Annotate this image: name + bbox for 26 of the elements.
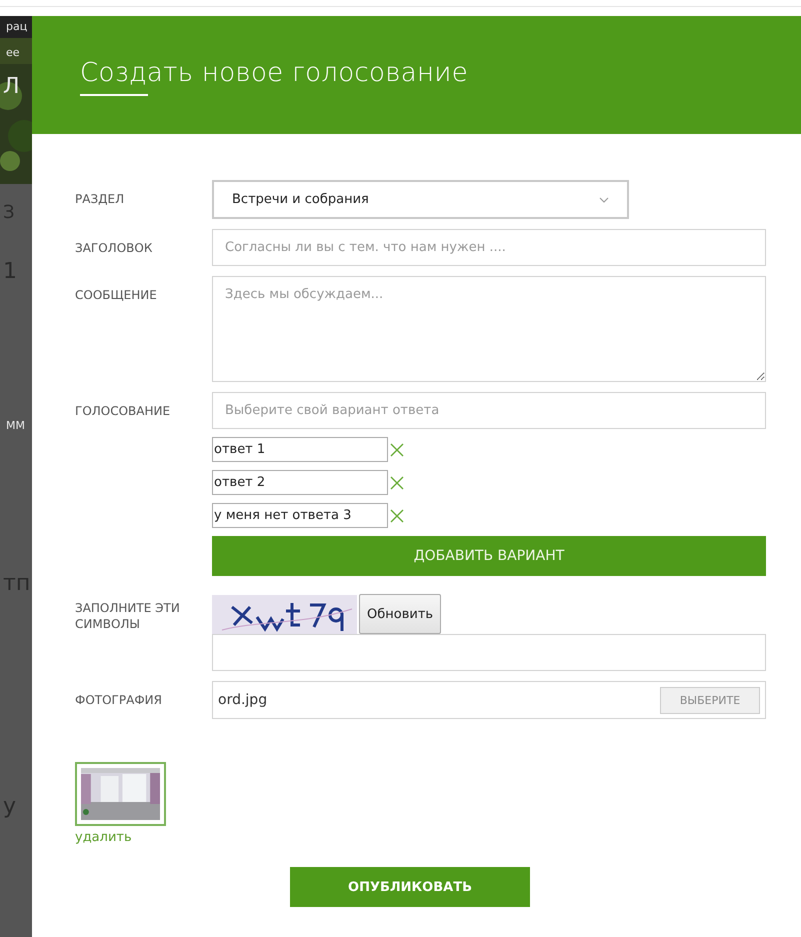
close-icon[interactable] [390,476,404,490]
answer-option-input[interactable]: у меня нет ответа 3 [212,503,388,528]
title-input[interactable]: Согласны ли вы с тем. что нам нужен .... [212,229,766,266]
answer-input[interactable]: Выберите свой вариант ответа [212,392,766,429]
field-label: ЗАПОЛНИТЕ ЭТИ СИМВОЛЫ [75,600,181,633]
answer-option-input[interactable]: ответ 1 [212,437,388,462]
file-field[interactable]: ord.jpg ВЫБЕРИТЕ [212,681,766,719]
publish-button[interactable]: ОПУБЛИКОВАТЬ [290,867,530,907]
refresh-button[interactable]: Обновить [359,594,442,634]
field-label: ГОЛОСОВАНИЕ [75,403,172,420]
background-text: рац [6,20,28,33]
answer-option-input[interactable]: ответ 2 [212,470,388,495]
field-label: РАЗДЕЛ [75,191,126,208]
background-text: Л [3,74,20,99]
field-label: ЗАГОЛОВОК [75,240,154,257]
close-icon[interactable] [390,508,404,522]
chevron-down-icon [599,196,609,202]
captcha-input[interactable] [212,634,766,671]
background-text: ее [6,46,20,59]
section-select[interactable]: Встречи и собрания [212,180,629,219]
close-icon[interactable] [390,442,404,456]
field-label: СООБЩЕНИЕ [75,287,158,304]
dialog-title: Создать новое голосование [80,58,468,88]
background-text: ММ [6,419,25,432]
field-label: ФОТОГРАФИЯ [75,692,163,709]
message-textarea[interactable]: Здесь мы обсуждаем... [212,276,766,382]
